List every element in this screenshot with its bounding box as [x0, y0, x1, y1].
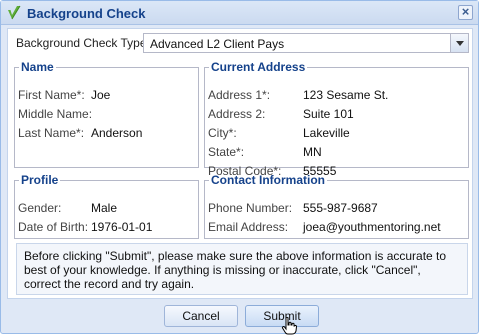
email-value: joea@youthmentoring.net [303, 220, 441, 234]
last-name-row: Last Name*: Anderson [18, 126, 142, 140]
state-row: State*: MN [208, 145, 322, 159]
close-icon[interactable]: × [458, 5, 473, 20]
submit-notice: Before clicking "Submit", please make su… [16, 243, 468, 295]
dialog-title: Background Check [27, 6, 146, 21]
gender-label: Gender: [18, 201, 62, 215]
dialog-body: Background Check Type: Advanced L2 Clien… [7, 28, 473, 299]
gender-value: Male [91, 201, 118, 215]
email-row: Email Address: joea@youthmentoring.net [208, 220, 441, 234]
last-name-value: Anderson [91, 126, 143, 140]
first-name-row: First Name*: Joe [18, 88, 110, 102]
dialog-titlebar[interactable]: Background Check × [1, 1, 478, 25]
address2-row: Address 2: Suite 101 [208, 107, 354, 121]
chevron-down-icon[interactable] [450, 34, 468, 52]
first-name-label: First Name*: [18, 88, 85, 102]
name-panel: Name First Name*: Joe Middle Name: Last N… [14, 60, 199, 168]
contact-panel-legend: Contact Information [211, 173, 325, 187]
profile-panel: Profile Gender: Male Date of Birth: 1976-0… [14, 173, 199, 239]
dob-value: 1976-01-01 [91, 220, 153, 234]
first-name-value: Joe [91, 88, 111, 102]
address-panel: Current Address Address 1*: 123 Sesame St… [204, 60, 469, 178]
contact-panel: Contact Information Phone Number: 555-987… [204, 173, 469, 239]
middle-name-row: Middle Name: [18, 107, 93, 121]
checkmark-logo-icon [8, 5, 21, 20]
state-value: MN [303, 145, 322, 159]
check-type-label: Background Check Type: [16, 36, 150, 50]
address-panel-legend: Current Address [211, 60, 306, 74]
email-label: Email Address: [208, 220, 289, 234]
city-label: City*: [208, 126, 237, 140]
gender-row: Gender: Male [18, 201, 117, 215]
phone-label: Phone Number: [208, 201, 293, 215]
phone-value: 555-987-9687 [303, 201, 378, 215]
cancel-button[interactable]: Cancel [164, 305, 238, 327]
city-value: Lakeville [303, 126, 350, 140]
last-name-label: Last Name*: [18, 126, 85, 140]
background-check-dialog: Background Check × Background Check Type… [0, 0, 479, 335]
hand-pointer-icon [281, 317, 297, 335]
address2-label: Address 2: [208, 107, 266, 121]
address1-label: Address 1*: [208, 88, 271, 102]
phone-row: Phone Number: 555-987-9687 [208, 201, 378, 215]
state-label: State*: [208, 145, 245, 159]
profile-panel-legend: Profile [21, 173, 59, 187]
address2-value: Suite 101 [303, 107, 354, 121]
address1-row: Address 1*: 123 Sesame St. [208, 88, 388, 102]
dob-label: Date of Birth: [18, 220, 89, 234]
check-type-select[interactable]: Advanced L2 Client Pays [143, 33, 469, 53]
dob-row: Date of Birth: 1976-01-01 [18, 220, 152, 234]
city-row: City*: Lakeville [208, 126, 350, 140]
name-panel-legend: Name [21, 60, 54, 74]
check-type-value: Advanced L2 Client Pays [150, 37, 285, 51]
middle-name-label: Middle Name: [18, 107, 93, 121]
address1-value: 123 Sesame St. [303, 88, 389, 102]
